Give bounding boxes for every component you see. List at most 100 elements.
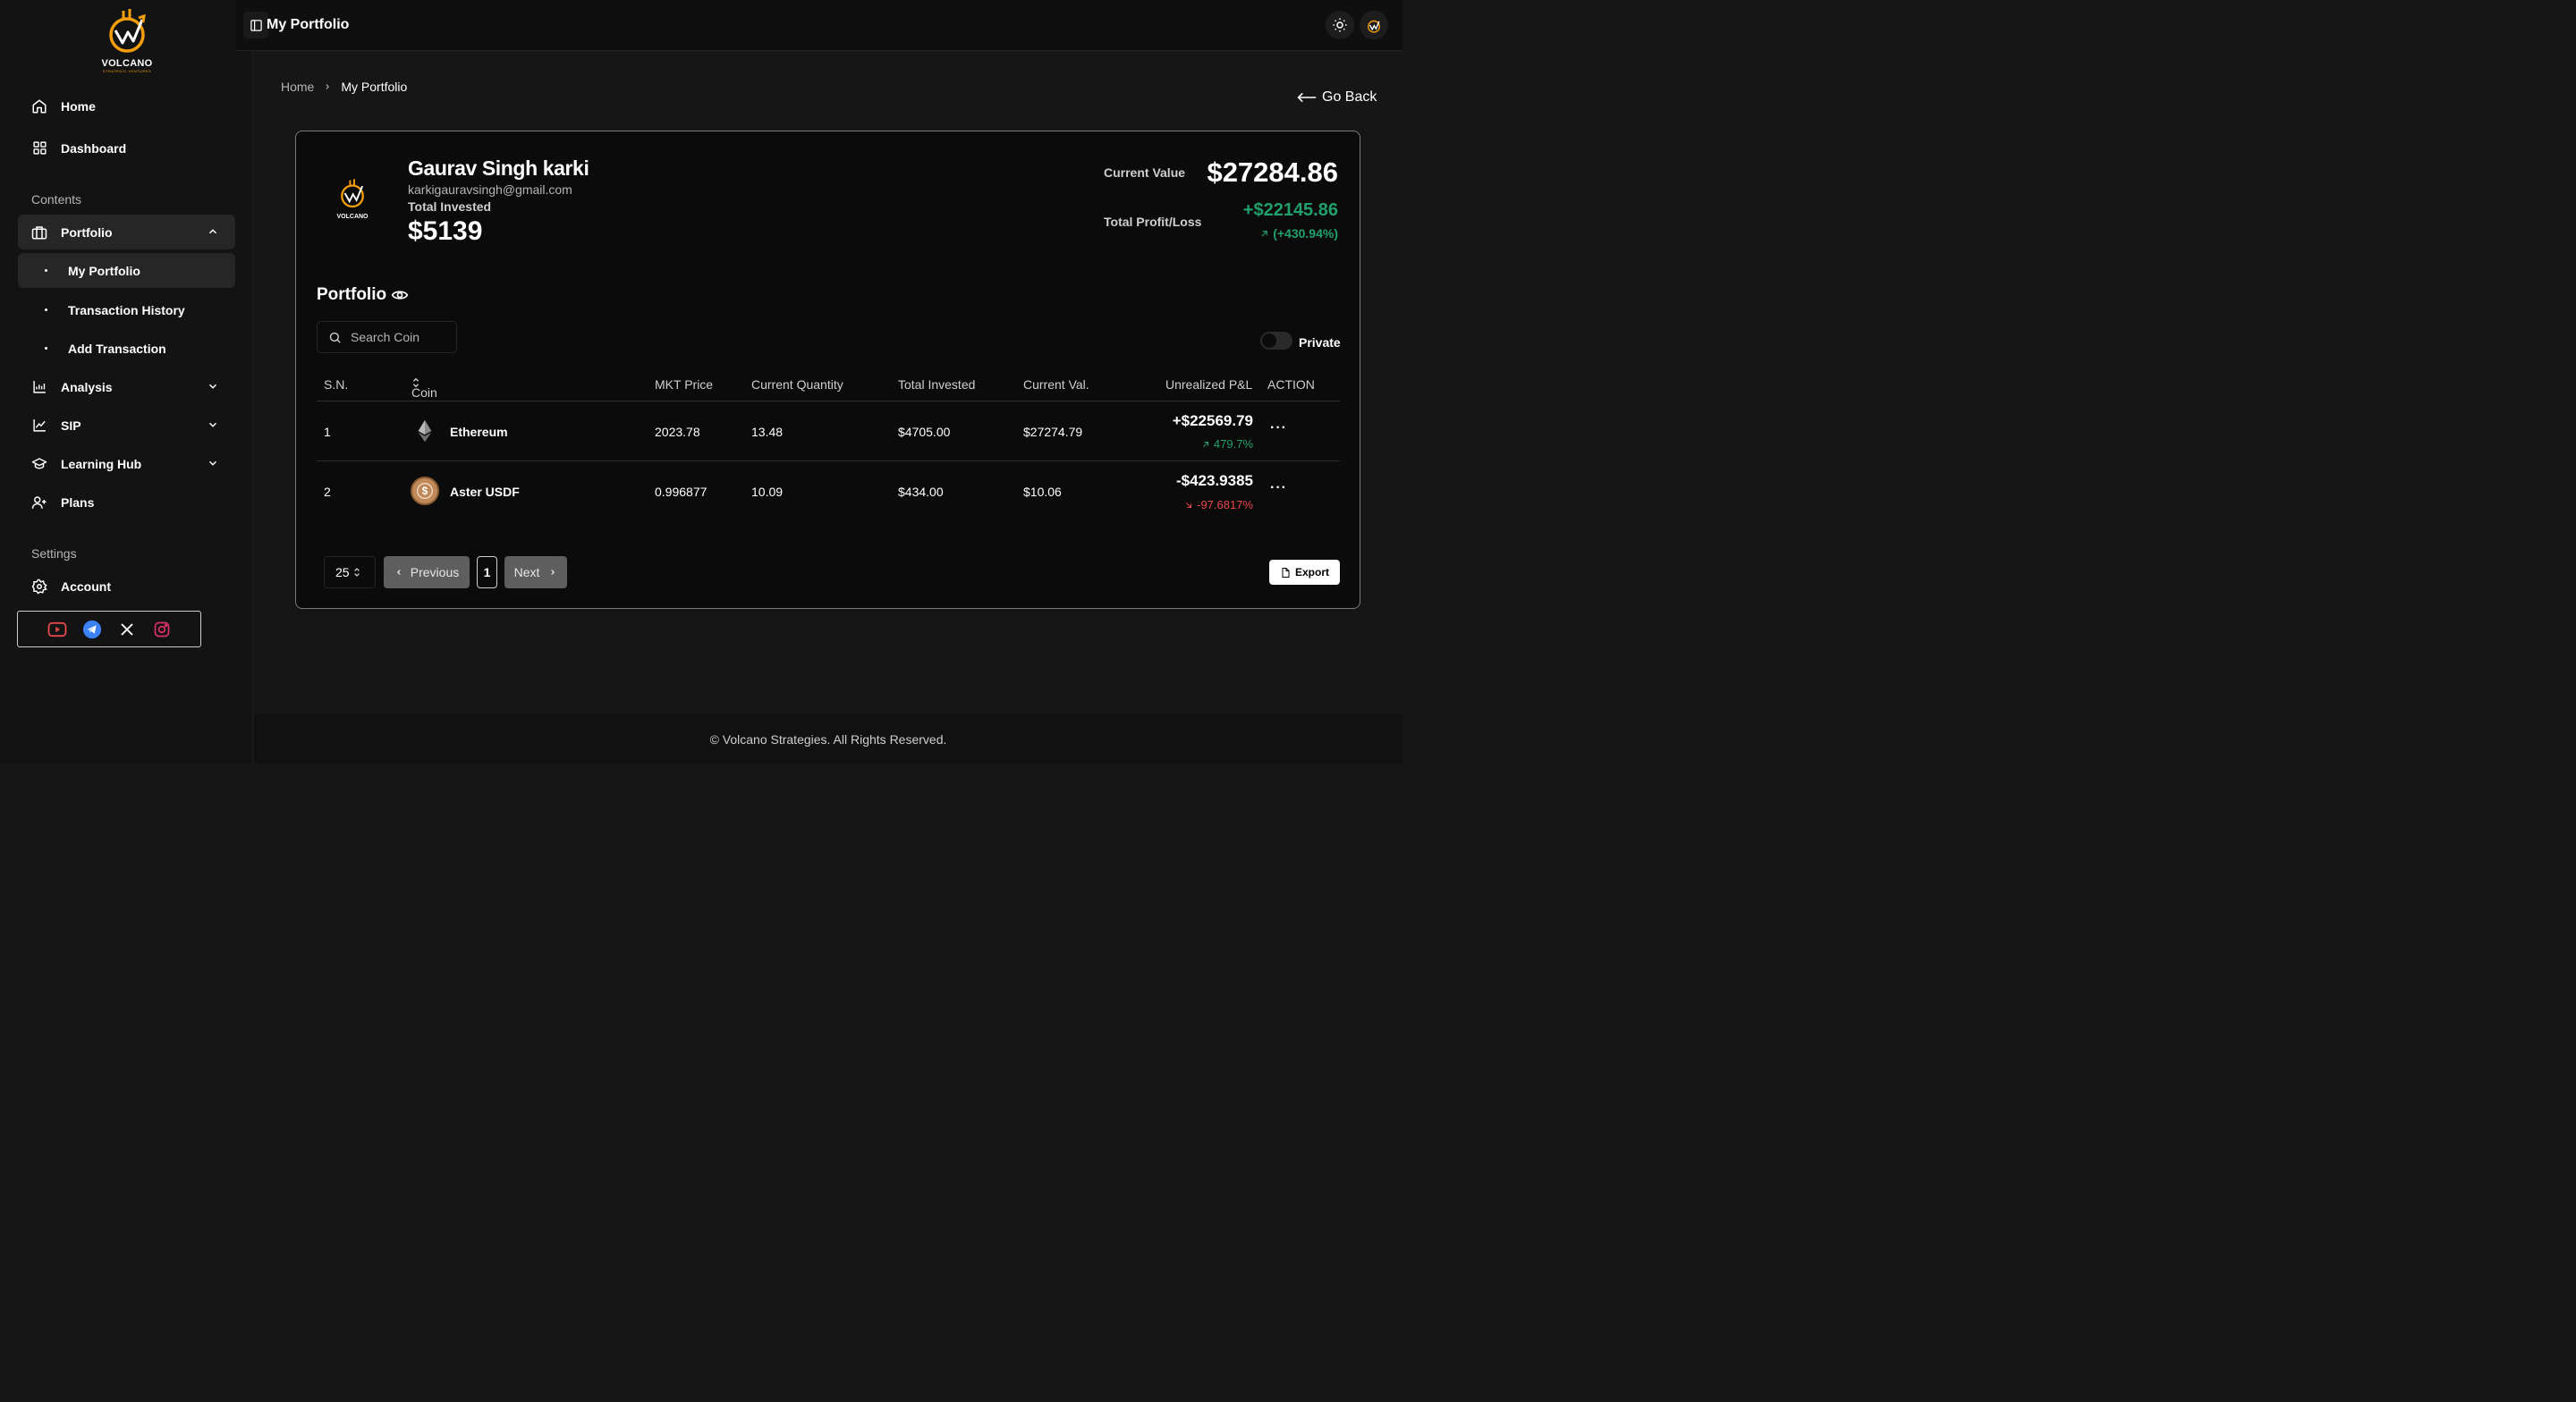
sidebar-item-label: SIP	[61, 418, 81, 433]
cell-coin-name: Aster USDF	[450, 485, 520, 499]
column-header-current-value: Current Val.	[1023, 377, 1089, 392]
sidebar-item-label: Analysis	[61, 379, 113, 394]
chevron-down-icon	[208, 422, 217, 427]
total-invested-label: Total Invested	[408, 199, 492, 214]
section-label-settings: Settings	[31, 546, 77, 561]
ethereum-icon	[411, 417, 439, 445]
sidebar-item-analysis[interactable]: Analysis	[18, 369, 235, 404]
section-label-contents: Contents	[31, 192, 82, 207]
cell-pnl-percent: 479.7%	[1201, 437, 1253, 451]
page-number-button[interactable]: 1	[477, 556, 497, 588]
bullet-icon	[45, 308, 47, 311]
bullet-icon	[45, 347, 47, 350]
row-actions-button[interactable]: ···	[1270, 480, 1287, 496]
user-avatar[interactable]	[1360, 11, 1388, 39]
cell-current-value: $27274.79	[1023, 425, 1083, 439]
sidebar-subitem-label: My Portfolio	[68, 263, 140, 278]
current-value-label: Current Value	[1104, 165, 1186, 180]
sidebar-subitem-label: Transaction History	[68, 302, 185, 317]
sidebar-item-plans[interactable]: Plans	[18, 485, 235, 519]
sidebar-item-sip[interactable]: SIP	[18, 408, 235, 443]
sidebar-subitem-my-portfolio[interactable]: My Portfolio	[18, 253, 235, 288]
youtube-icon[interactable]	[47, 620, 67, 639]
column-header-current-quantity: Current Quantity	[751, 377, 843, 392]
breadcrumb-home-link[interactable]: Home	[281, 80, 314, 94]
column-header-action: ACTION	[1267, 377, 1315, 392]
chevron-up-down-icon	[353, 568, 360, 577]
table-row[interactable]: 1 Ethereum 2023.78 13.48 $4705.00 $27274…	[317, 401, 1340, 461]
file-icon	[1282, 567, 1290, 578]
column-header-total-invested: Total Invested	[898, 377, 976, 392]
export-button[interactable]: Export	[1269, 560, 1340, 585]
user-name: Gaurav Singh karki	[408, 156, 589, 180]
column-header-mkt-price: MKT Price	[655, 377, 714, 392]
pagination: 25 Previous 1 Next	[324, 556, 567, 588]
sidebar-item-label: Portfolio	[61, 224, 113, 240]
search-coin-input[interactable]	[351, 330, 449, 344]
go-back-button[interactable]: Go Back	[1297, 89, 1377, 106]
volcano-logo-icon	[109, 9, 146, 53]
profit-loss-percent-text: (+430.94%)	[1273, 226, 1338, 241]
table-header: S.N. Coin MKT Price Current Quantity Tot…	[317, 369, 1340, 401]
arrow-left-icon	[1297, 92, 1317, 103]
social-links	[17, 611, 201, 647]
next-page-button[interactable]: Next	[504, 556, 567, 588]
brand-logo[interactable]: VOLCANO STRATEGIC VENTURES	[97, 7, 157, 73]
cell-coin-name: Ethereum	[450, 425, 508, 439]
sidebar-item-learning-hub[interactable]: Learning Hub	[18, 446, 235, 481]
sidebar-item-label: Learning Hub	[61, 456, 142, 471]
sidebar-item-label: Account	[61, 579, 111, 594]
volcano-logo-icon	[1368, 20, 1380, 33]
sidebar-item-portfolio[interactable]: Portfolio	[18, 215, 235, 249]
column-header-sn: S.N.	[324, 377, 349, 392]
table-row[interactable]: 2 $ Aster USDF 0.996877 10.09 $434.00 $1…	[317, 462, 1340, 522]
private-label: Private	[1299, 335, 1341, 350]
sun-icon	[1333, 18, 1347, 32]
sidebar-item-dashboard[interactable]: Dashboard	[18, 131, 235, 165]
row-actions-button[interactable]: ···	[1270, 420, 1287, 436]
eye-icon[interactable]	[391, 286, 409, 304]
sidebar-item-label: Plans	[61, 494, 95, 510]
profile-logo-name: VOLCANO	[336, 214, 369, 220]
telegram-icon[interactable]	[82, 620, 102, 639]
portfolio-card: VOLCANO Gaurav Singh karki karkigauravsi…	[295, 131, 1360, 609]
column-header-unrealized-pnl: Unrealized P&L	[1165, 377, 1253, 392]
footer: © Volcano Strategies. All Rights Reserve…	[254, 714, 1402, 764]
bullet-icon	[45, 269, 47, 272]
sidebar-subitem-label: Add Transaction	[68, 341, 166, 356]
panel-left-icon	[250, 19, 262, 31]
sidebar-subitem-add-transaction[interactable]: Add Transaction	[18, 331, 235, 366]
private-toggle[interactable]	[1260, 332, 1292, 350]
cell-pnl-percent-text: -97.6817%	[1197, 498, 1253, 511]
user-email: karkigauravsingh@gmail.com	[408, 182, 572, 197]
profit-loss-value: +$22145.86	[1242, 200, 1338, 220]
user-plus-icon	[31, 494, 47, 511]
sidebar-toggle-button[interactable]	[243, 12, 268, 38]
search-coin-field[interactable]	[317, 321, 457, 353]
chevron-left-icon	[396, 570, 401, 575]
sidebar-item-account[interactable]: Account	[18, 569, 235, 604]
go-back-label: Go Back	[1322, 89, 1377, 105]
chevron-up-icon	[208, 229, 217, 234]
cell-quantity: 10.09	[751, 485, 784, 499]
cell-sn: 2	[324, 485, 331, 499]
topbar: My Portfolio	[236, 0, 1402, 51]
export-label: Export	[1294, 566, 1329, 579]
sidebar-item-home[interactable]: Home	[18, 89, 235, 123]
breadcrumb: Home My Portfolio	[281, 80, 407, 94]
total-invested-value: $5139	[408, 216, 483, 246]
cell-pnl-value: -$423.9385	[1175, 472, 1253, 489]
copyright-text: © Volcano Strategies. All Rights Reserve…	[709, 731, 947, 747]
x-icon[interactable]	[117, 620, 137, 639]
previous-page-button[interactable]: Previous	[384, 556, 470, 588]
column-header-coin[interactable]: Coin	[411, 377, 437, 400]
chevron-down-icon	[208, 460, 217, 466]
cell-current-value: $10.06	[1023, 485, 1062, 499]
gear-icon	[31, 579, 47, 595]
instagram-icon[interactable]	[152, 620, 172, 639]
theme-toggle-button[interactable]	[1326, 11, 1354, 39]
next-label: Next	[513, 565, 540, 579]
sidebar-subitem-transaction-history[interactable]: Transaction History	[18, 292, 235, 327]
page-size-select[interactable]: 25	[324, 556, 376, 588]
profit-loss-percent: (+430.94%)	[1259, 226, 1338, 241]
